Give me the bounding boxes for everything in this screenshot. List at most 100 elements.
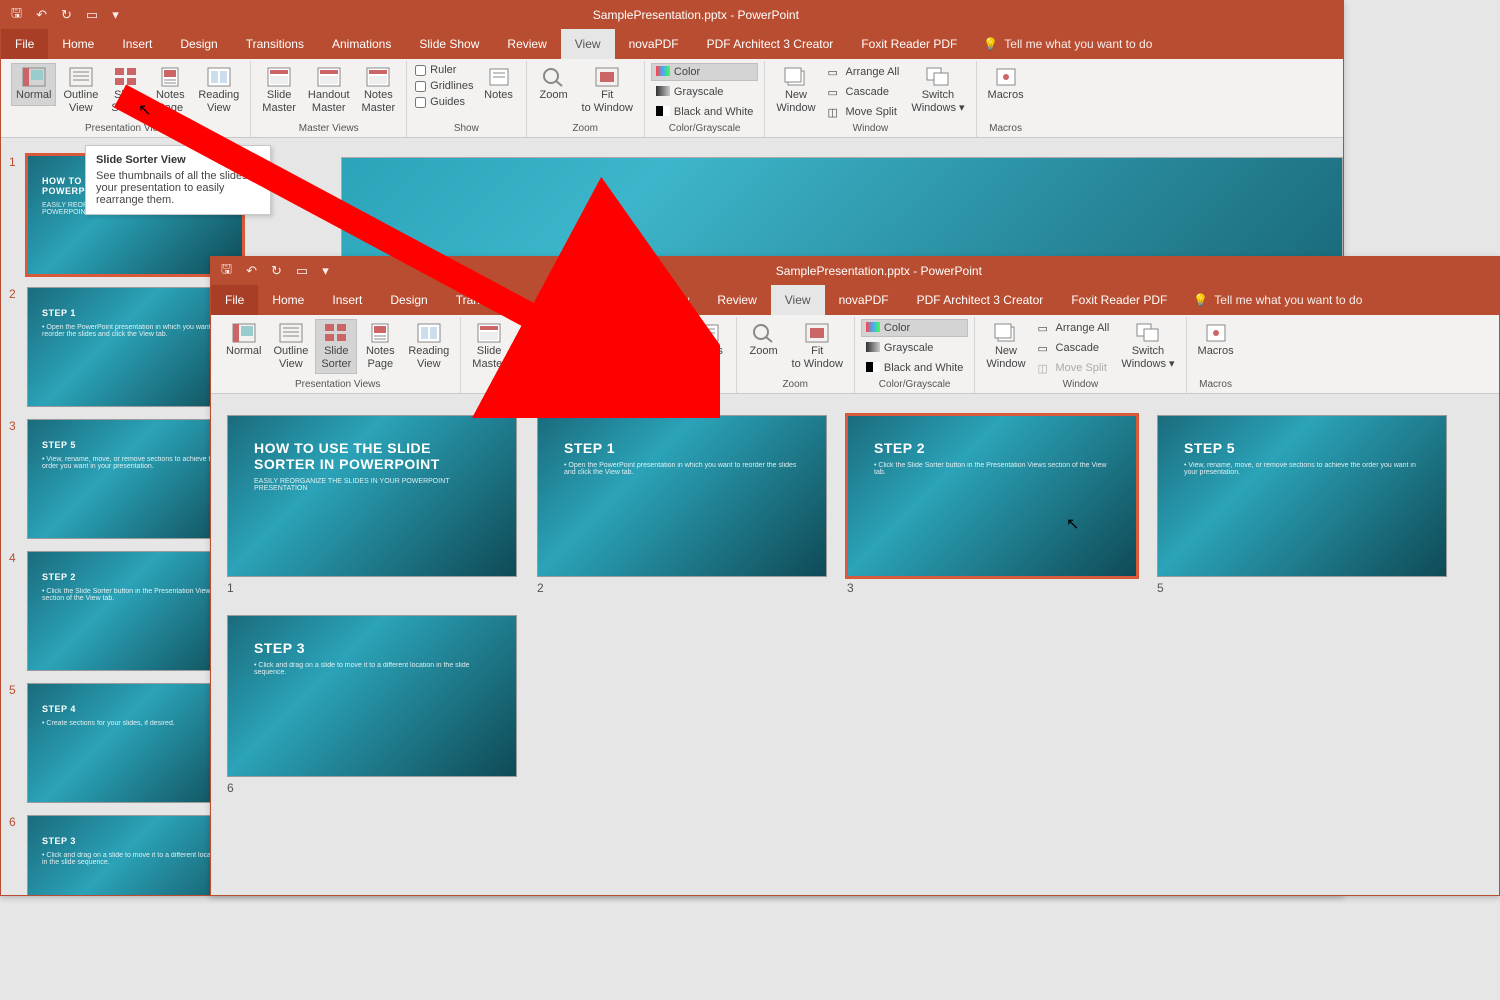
start-from-beginning-icon[interactable]: ▭	[86, 7, 98, 23]
notes-page-button[interactable]: NotesPage	[149, 63, 191, 118]
menu-home[interactable]: Home	[258, 285, 318, 315]
notes-button[interactable]: Notes	[478, 63, 520, 106]
menu-animations[interactable]: Animations	[528, 285, 615, 315]
undo-icon[interactable]: ↶	[246, 263, 257, 279]
thumbnail-slide-3[interactable]: 3STEP 5• View, rename, move, or remove s…	[9, 419, 243, 539]
slide-sorter-button[interactable]: SlideSorter	[315, 319, 357, 374]
sorter-slide-5[interactable]: STEP 5• View, rename, move, or remove se…	[1157, 415, 1447, 595]
menu-insert[interactable]: Insert	[108, 29, 166, 59]
cascade-button[interactable]: ▭Cascade	[823, 83, 905, 101]
menu-file[interactable]: File	[1, 29, 48, 59]
menu-slide-show[interactable]: Slide Show	[405, 29, 493, 59]
arrange-all-button[interactable]: ▭Arrange All	[1033, 319, 1115, 337]
menu-pdf-architect-3-creator[interactable]: PDF Architect 3 Creator	[693, 29, 848, 59]
redo-icon[interactable]: ↻	[61, 7, 72, 23]
slide-sorter-pane[interactable]: HOW TO USE THE SLIDE SORTER IN POWERPOIN…	[211, 405, 1499, 895]
tell-me-search[interactable]: 💡Tell me what you want to do	[1181, 285, 1374, 315]
sorter-slide-6[interactable]: STEP 3• Click and drag on a slide to mov…	[227, 615, 517, 795]
window-title: SamplePresentation.pptx - PowerPoint	[129, 8, 1263, 22]
ruler-checkbox[interactable]: Ruler	[623, 319, 685, 333]
menu-home[interactable]: Home	[48, 29, 108, 59]
black-white-button[interactable]: Black and White	[651, 103, 758, 121]
ruler-checkbox[interactable]: Ruler	[413, 63, 475, 77]
save-icon[interactable]: 🖫	[11, 4, 22, 26]
macros-button[interactable]: Macros	[1193, 319, 1239, 362]
move-split-button[interactable]: ◫Move Split	[823, 103, 905, 121]
grayscale-button[interactable]: Grayscale	[651, 83, 758, 101]
black-white-button[interactable]: Black and White	[861, 359, 968, 377]
menu-transitions[interactable]: Transitions	[442, 285, 528, 315]
notes-page-button[interactable]: NotesPage	[359, 319, 401, 374]
notes-master-button[interactable]: NotesMaster	[357, 63, 401, 118]
menu-foxit-reader-pdf[interactable]: Foxit Reader PDF	[1057, 285, 1181, 315]
normal-view-button[interactable]: Normal	[11, 63, 56, 106]
notes-button[interactable]: Notes	[688, 319, 730, 362]
menu-view[interactable]: View	[771, 285, 825, 315]
menu-foxit-reader-pdf[interactable]: Foxit Reader PDF	[847, 29, 971, 59]
cascade-button[interactable]: ▭Cascade	[1033, 339, 1115, 357]
qat-more-icon[interactable]: ▾	[112, 7, 119, 23]
guides-checkbox[interactable]: Guides	[623, 351, 685, 365]
current-slide[interactable]	[341, 157, 1343, 265]
reading-view-button[interactable]: ReadingView	[193, 63, 244, 118]
slide-master-button[interactable]: SlideMaster	[467, 319, 511, 374]
tell-me-search[interactable]: 💡Tell me what you want to do	[971, 29, 1164, 59]
menu-insert[interactable]: Insert	[318, 285, 376, 315]
new-window-button[interactable]: NewWindow	[771, 63, 820, 118]
zoom-button[interactable]: Zoom	[533, 63, 575, 106]
move-split-button[interactable]: ◫Move Split	[1033, 359, 1115, 377]
handout-master-button[interactable]: HandoutMaster	[513, 319, 565, 374]
color-button[interactable]: Color	[651, 63, 758, 81]
tooltip-title: Slide Sorter View	[96, 154, 260, 166]
notes-master-button[interactable]: NotesMaster	[567, 319, 611, 374]
menu-animations[interactable]: Animations	[318, 29, 405, 59]
menu-view[interactable]: View	[561, 29, 615, 59]
thumbnail-slide-2[interactable]: 2STEP 1• Open the PowerPoint presentatio…	[9, 287, 243, 407]
thumbnail-slide-6[interactable]: 6STEP 3• Click and drag on a slide to mo…	[9, 815, 243, 895]
outline-view-button[interactable]: OutlineView	[58, 63, 103, 118]
new-window-button[interactable]: NewWindow	[981, 319, 1030, 374]
sorter-slide-1[interactable]: HOW TO USE THE SLIDE SORTER IN POWERPOIN…	[227, 415, 517, 595]
qat-more-icon[interactable]: ▾	[322, 263, 329, 279]
grayscale-button[interactable]: Grayscale	[861, 339, 968, 357]
menu-novapdf[interactable]: novaPDF	[825, 285, 903, 315]
menu-pdf-architect-3-creator[interactable]: PDF Architect 3 Creator	[903, 285, 1058, 315]
reading-view-button[interactable]: ReadingView	[403, 319, 454, 374]
macros-button-icon	[994, 67, 1018, 87]
move-split-button-icon: ◫	[1038, 362, 1052, 374]
menu-review[interactable]: Review	[703, 285, 770, 315]
thumbnail-slide-5[interactable]: 5STEP 4• Create sections for your slides…	[9, 683, 243, 803]
thumbnail-slide-4[interactable]: 4STEP 2• Click the Slide Sorter button i…	[9, 551, 243, 671]
normal-view-button[interactable]: Normal	[221, 319, 266, 362]
arrange-all-button[interactable]: ▭Arrange All	[823, 63, 905, 81]
gridlines-checkbox[interactable]: Gridlines	[623, 335, 685, 349]
slide-sorter-button-icon	[324, 323, 348, 343]
zoom-button[interactable]: Zoom	[743, 319, 785, 362]
handout-master-button-icon	[317, 67, 341, 87]
guides-checkbox[interactable]: Guides	[413, 95, 475, 109]
outline-view-button[interactable]: OutlineView	[268, 319, 313, 374]
switch-windows-button[interactable]: SwitchWindows ▾	[906, 63, 969, 118]
gridlines-checkbox[interactable]: Gridlines	[413, 79, 475, 93]
menu-design[interactable]: Design	[166, 29, 231, 59]
redo-icon[interactable]: ↻	[271, 263, 282, 279]
fit-to-window-button-icon	[595, 67, 619, 87]
menu-file[interactable]: File	[211, 285, 258, 315]
sorter-slide-2[interactable]: STEP 1• Open the PowerPoint presentation…	[537, 415, 827, 595]
save-icon[interactable]: 🖫	[221, 260, 232, 282]
macros-button[interactable]: Macros	[983, 63, 1029, 106]
menu-review[interactable]: Review	[493, 29, 560, 59]
menu-transitions[interactable]: Transitions	[232, 29, 318, 59]
handout-master-button[interactable]: HandoutMaster	[303, 63, 355, 118]
sorter-slide-3[interactable]: STEP 2• Click the Slide Sorter button in…	[847, 415, 1137, 595]
switch-windows-button[interactable]: SwitchWindows ▾	[1116, 319, 1179, 374]
fit-to-window-button[interactable]: Fitto Window	[787, 319, 848, 374]
menu-novapdf[interactable]: novaPDF	[615, 29, 693, 59]
fit-to-window-button[interactable]: Fitto Window	[577, 63, 638, 118]
start-from-beginning-icon[interactable]: ▭	[296, 263, 308, 279]
undo-icon[interactable]: ↶	[36, 7, 47, 23]
menu-slide-show[interactable]: Slide Show	[615, 285, 703, 315]
color-button[interactable]: Color	[861, 319, 968, 337]
slide-master-button[interactable]: SlideMaster	[257, 63, 301, 118]
menu-design[interactable]: Design	[376, 285, 441, 315]
